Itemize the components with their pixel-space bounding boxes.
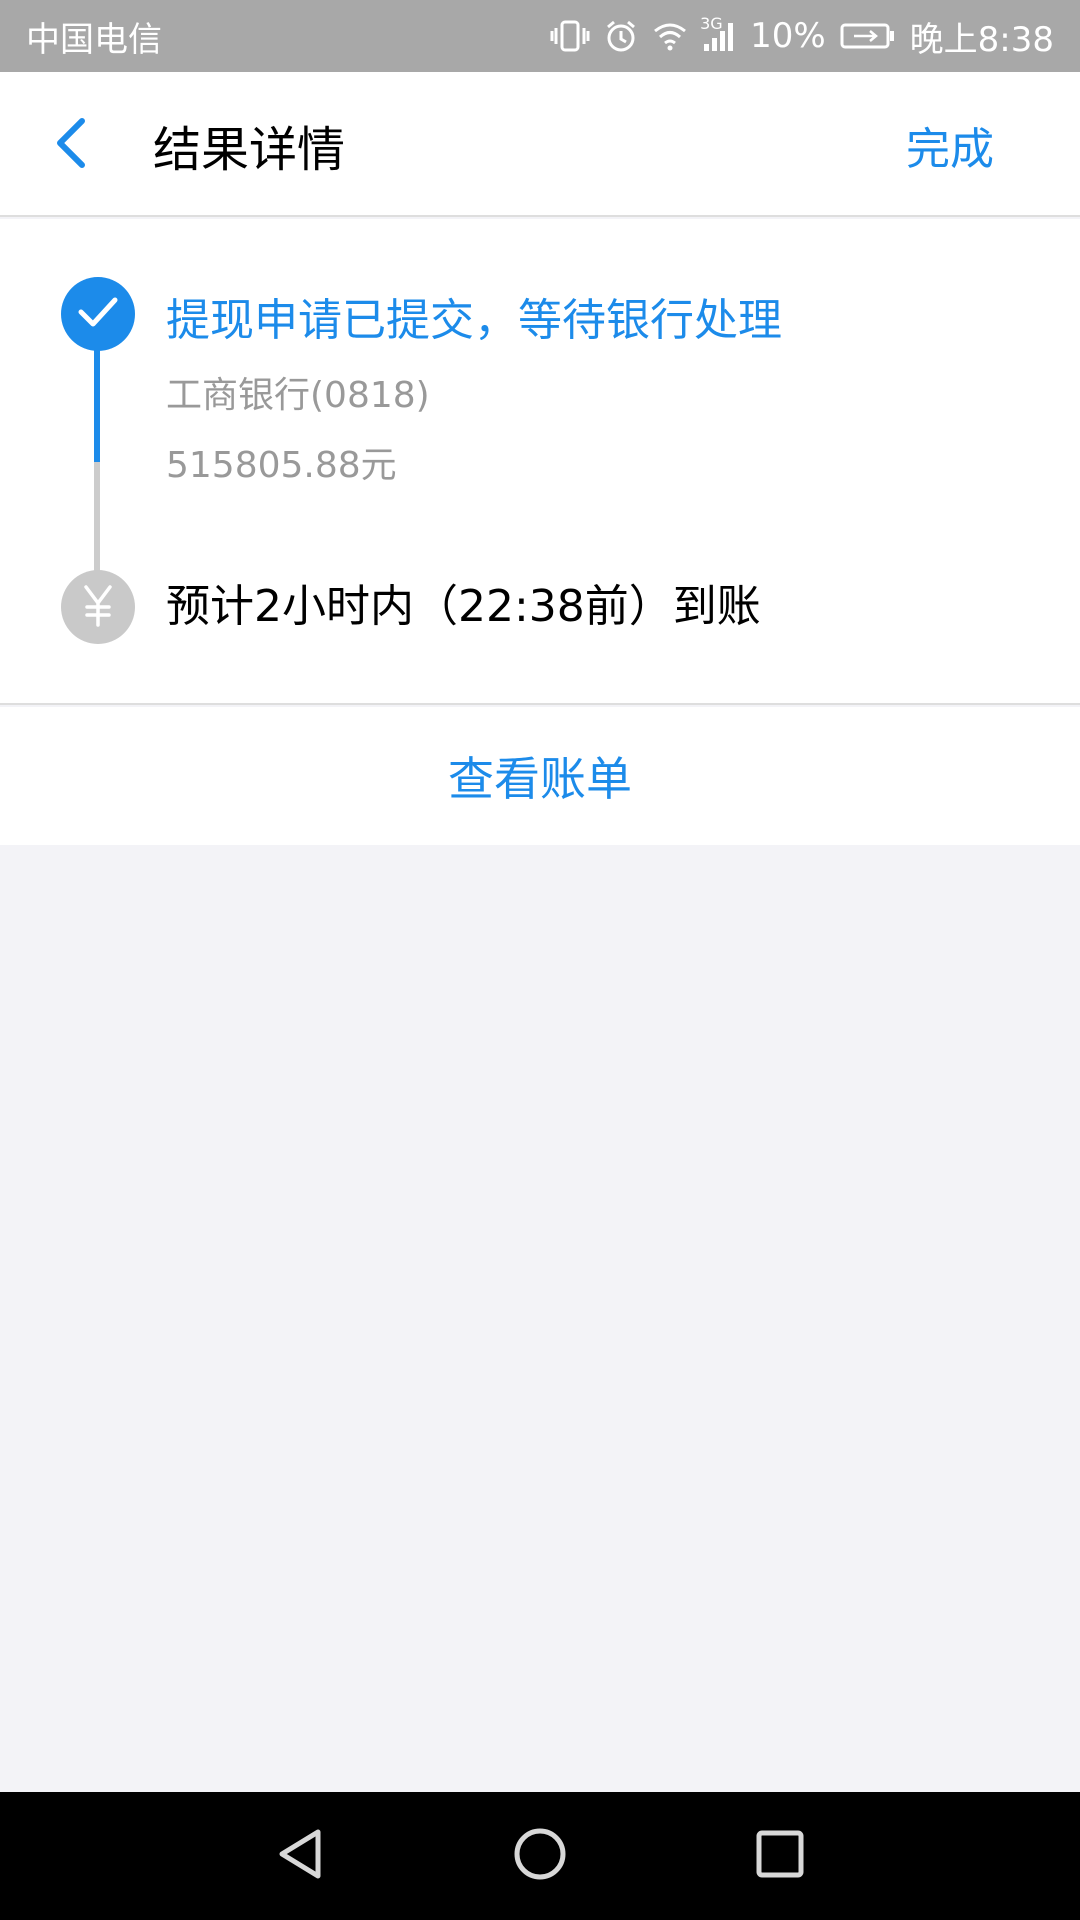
battery-percent: 10% bbox=[750, 16, 826, 56]
network-type-label: 3G bbox=[700, 14, 723, 33]
vibrate-icon bbox=[550, 19, 590, 53]
nav-home-button[interactable] bbox=[500, 1818, 580, 1894]
bank-account-label: 工商银行(0818) bbox=[166, 375, 430, 416]
home-circle-icon bbox=[512, 1826, 568, 1886]
page-title: 结果详情 bbox=[153, 121, 346, 178]
alarm-icon bbox=[604, 19, 638, 53]
header: 结果详情 完成 bbox=[0, 72, 1080, 217]
yen-icon bbox=[78, 583, 118, 631]
step-pending-marker bbox=[61, 570, 135, 644]
step-submitted-title: 提现申请已提交，等待银行处理 bbox=[166, 295, 782, 346]
back-button[interactable] bbox=[40, 112, 100, 177]
step-arrival-estimate: 预计2小时内（22:38前）到账 bbox=[166, 581, 761, 632]
battery-icon bbox=[840, 22, 896, 50]
back-triangle-icon bbox=[274, 1826, 326, 1886]
view-bill-button[interactable]: 查看账单 bbox=[0, 707, 1080, 845]
nav-back-button[interactable] bbox=[260, 1818, 340, 1894]
system-nav-bar bbox=[0, 1792, 1080, 1920]
status-bar: 中国电信 3G 10% 晚上8:38 bbox=[0, 0, 1080, 72]
progress-line-pending bbox=[94, 462, 100, 577]
withdraw-amount: 515805.88元 bbox=[166, 445, 397, 486]
checkmark-icon bbox=[76, 294, 120, 334]
chevron-left-icon bbox=[52, 117, 88, 173]
recents-square-icon bbox=[754, 1828, 806, 1884]
carrier-label: 中国电信 bbox=[26, 19, 162, 60]
nav-recents-button[interactable] bbox=[740, 1818, 820, 1894]
wifi-icon bbox=[652, 21, 688, 51]
done-button[interactable]: 完成 bbox=[906, 72, 994, 217]
step-completed-marker bbox=[61, 277, 135, 351]
screen: 中国电信 3G 10% 晚上8:38 结果详情 完成 提现申请已提交，等待银行处… bbox=[0, 0, 1080, 1920]
signal-icon: 3G bbox=[700, 14, 736, 52]
clock-label: 晚上8:38 bbox=[909, 19, 1054, 60]
status-icons: 3G 10% 晚上8:38 bbox=[550, 12, 1054, 61]
